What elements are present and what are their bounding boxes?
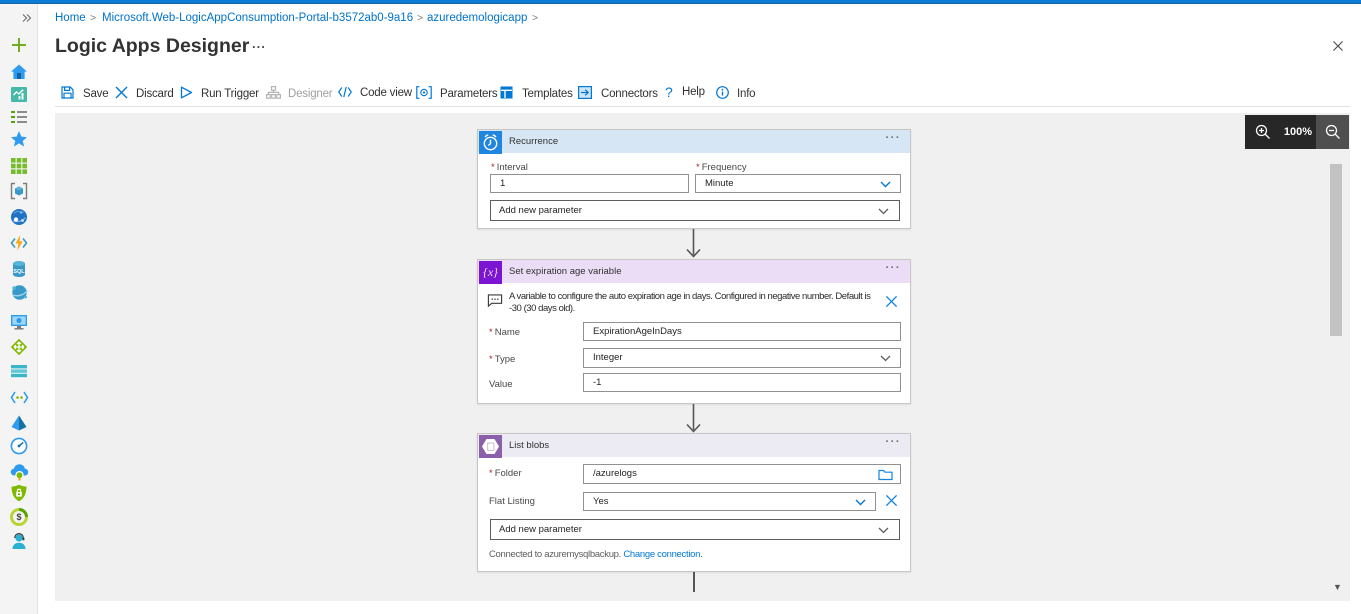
svg-text:$: $ [16,512,21,522]
svg-text:SQL: SQL [13,269,25,275]
